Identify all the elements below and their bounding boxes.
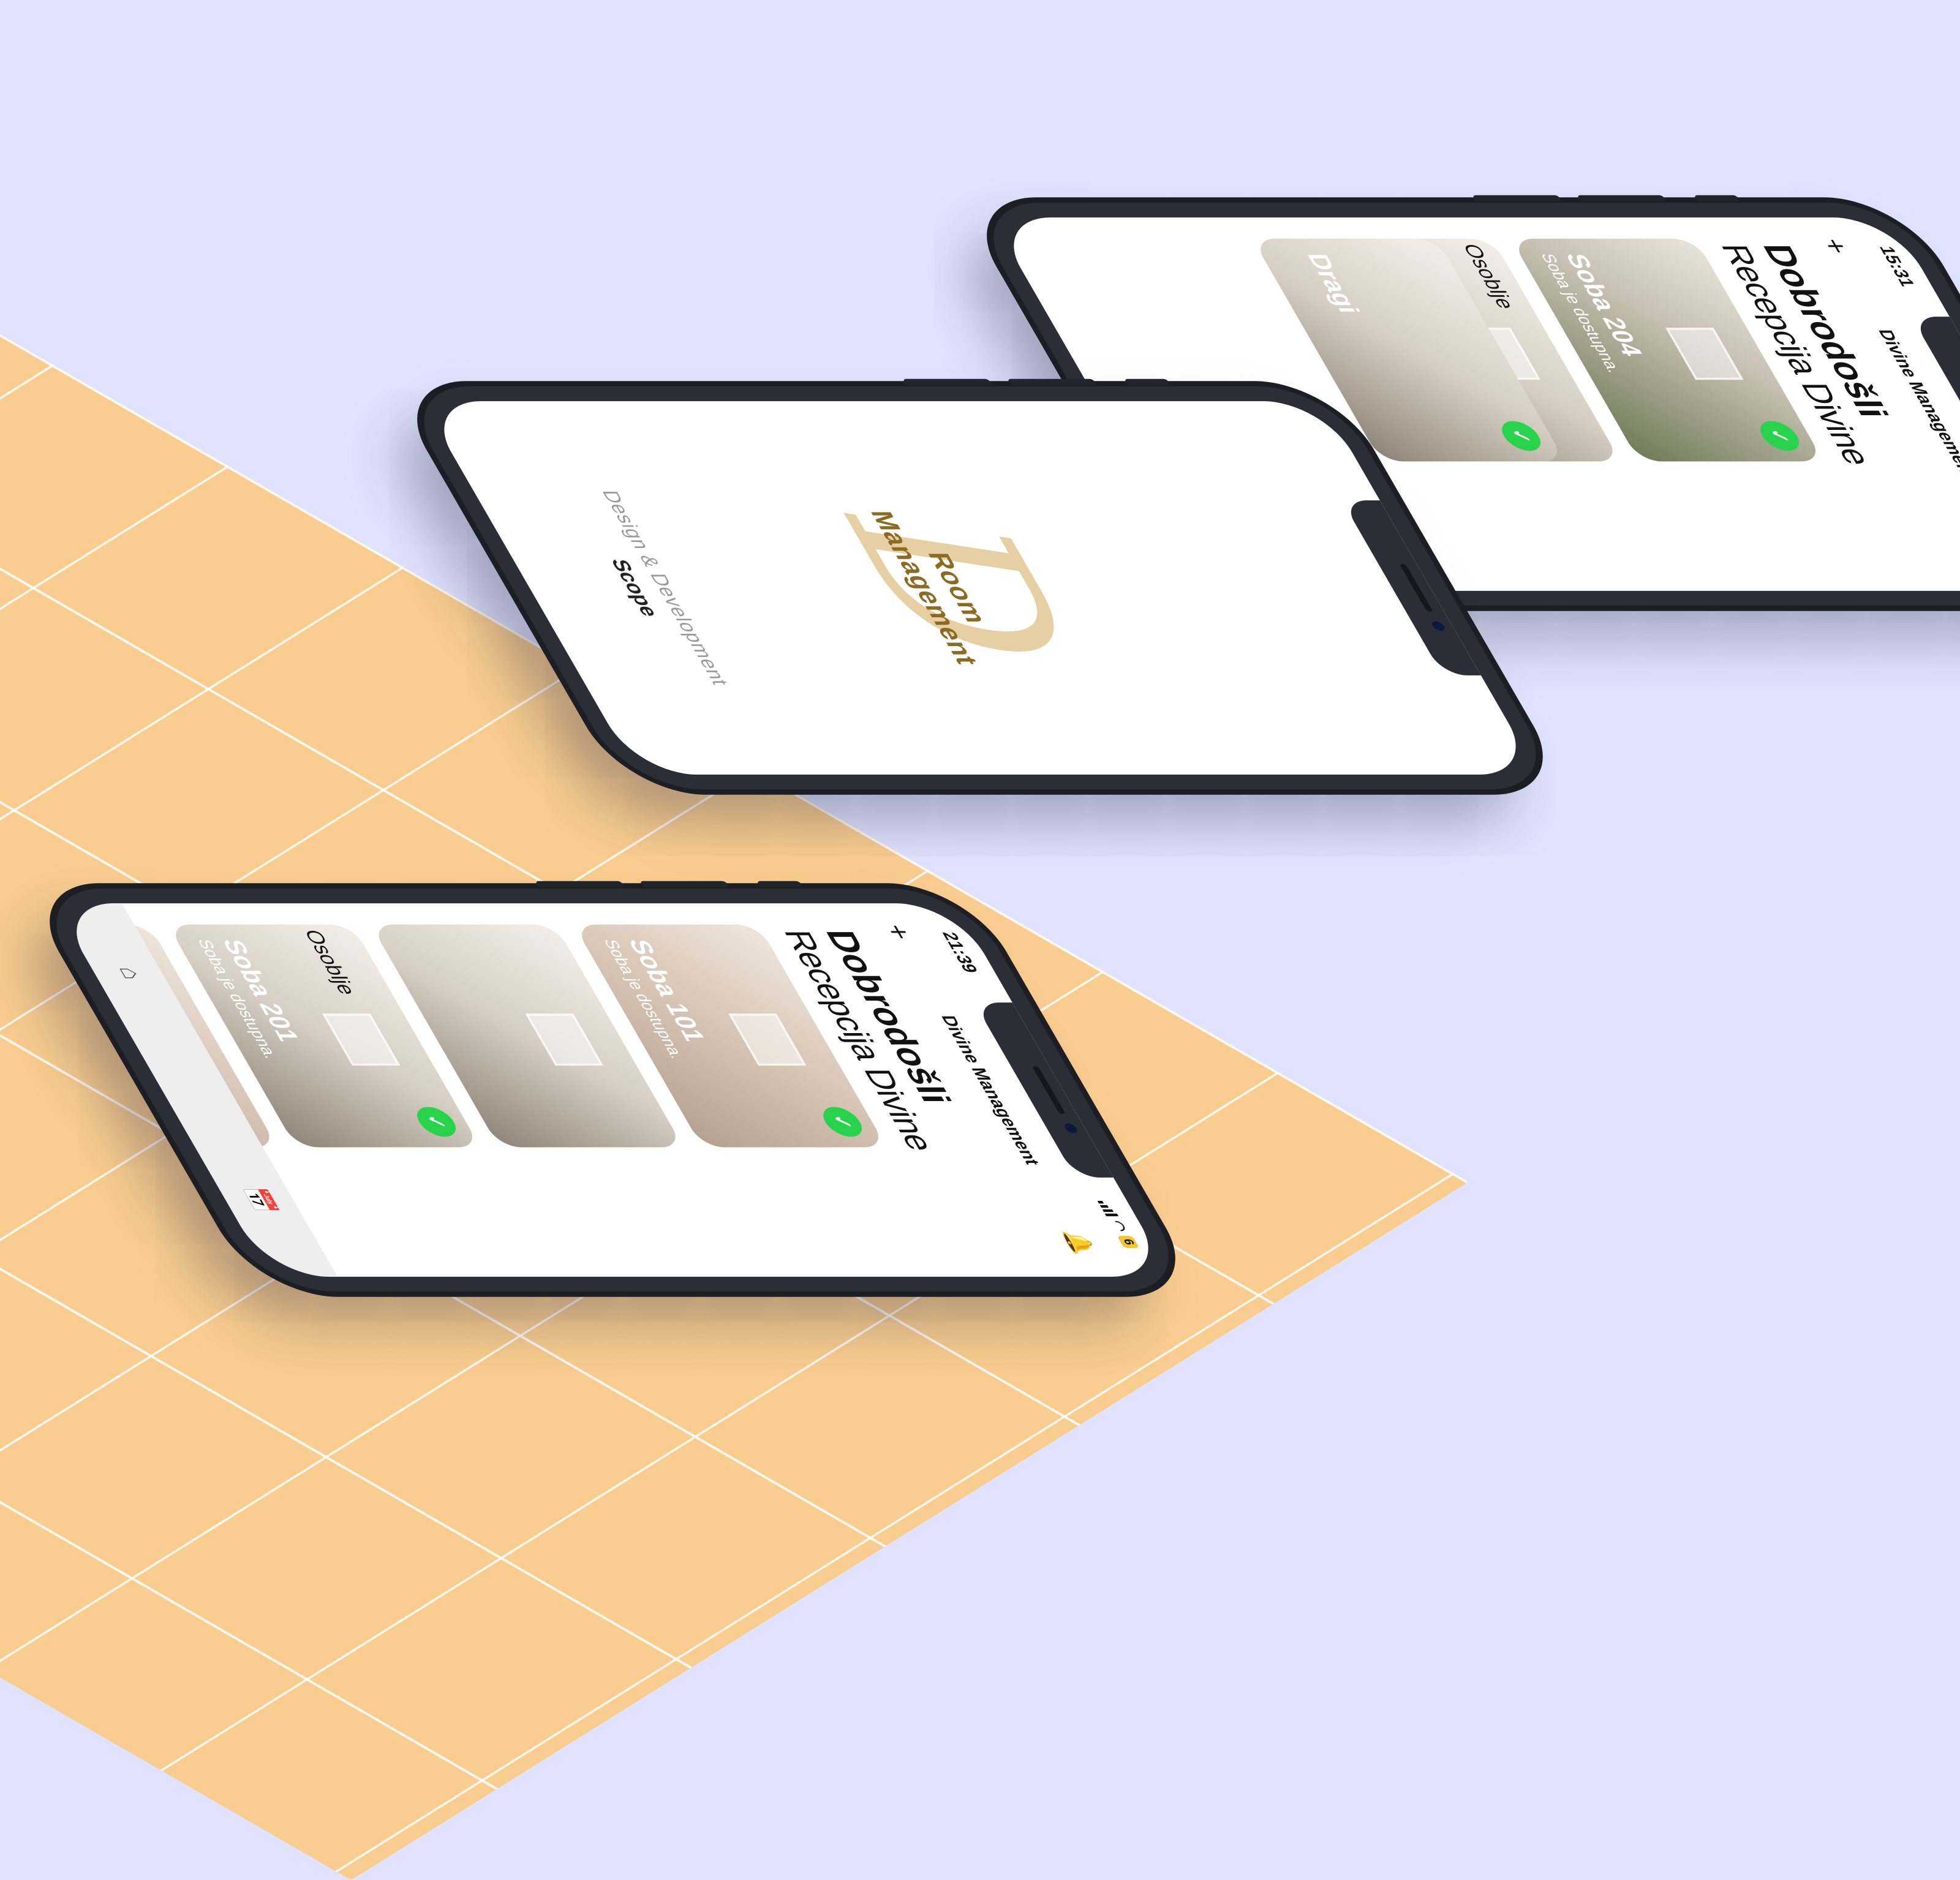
room-photo bbox=[1665, 328, 1744, 380]
volume-up-button bbox=[639, 881, 729, 888]
wifi-icon: ◠ bbox=[1107, 1220, 1131, 1232]
volume-down-button bbox=[902, 378, 992, 386]
room-photo bbox=[322, 1013, 401, 1066]
volume-up-button bbox=[1007, 378, 1097, 386]
battery-icon: 6 bbox=[1117, 1236, 1140, 1249]
room-photo bbox=[728, 1013, 807, 1066]
check-icon: ✓ bbox=[410, 1107, 462, 1137]
check-icon: ✓ bbox=[1495, 421, 1547, 451]
calendar-icon[interactable]: 📅 bbox=[238, 1187, 282, 1213]
status-time: 15:31 bbox=[1875, 246, 1919, 287]
splash-screen: D Room Management Design & Development S… bbox=[421, 401, 1539, 775]
mute-switch bbox=[1123, 378, 1171, 386]
bell-icon[interactable]: 🔔 bbox=[1058, 1230, 1099, 1255]
room-photo bbox=[525, 1013, 604, 1066]
mute-switch bbox=[1693, 195, 1741, 202]
signal-icon bbox=[1098, 1200, 1120, 1217]
staff-name: Dragi bbox=[1300, 254, 1366, 314]
volume-down-button bbox=[1472, 195, 1562, 202]
volume-down-button bbox=[535, 881, 625, 888]
home-icon[interactable]: ⌂ bbox=[113, 967, 148, 980]
status-time: 21:39 bbox=[938, 931, 982, 973]
check-icon: ✓ bbox=[816, 1107, 869, 1137]
phone-left-screen: 21:39 ◠ 6 + Divine Management 🔔 Dobrodoš… bbox=[54, 903, 1171, 1277]
brand-logo: D Room Management bbox=[766, 476, 1153, 699]
mute-switch bbox=[756, 881, 804, 888]
volume-up-button bbox=[1577, 195, 1667, 202]
check-icon: ✓ bbox=[1754, 421, 1806, 451]
